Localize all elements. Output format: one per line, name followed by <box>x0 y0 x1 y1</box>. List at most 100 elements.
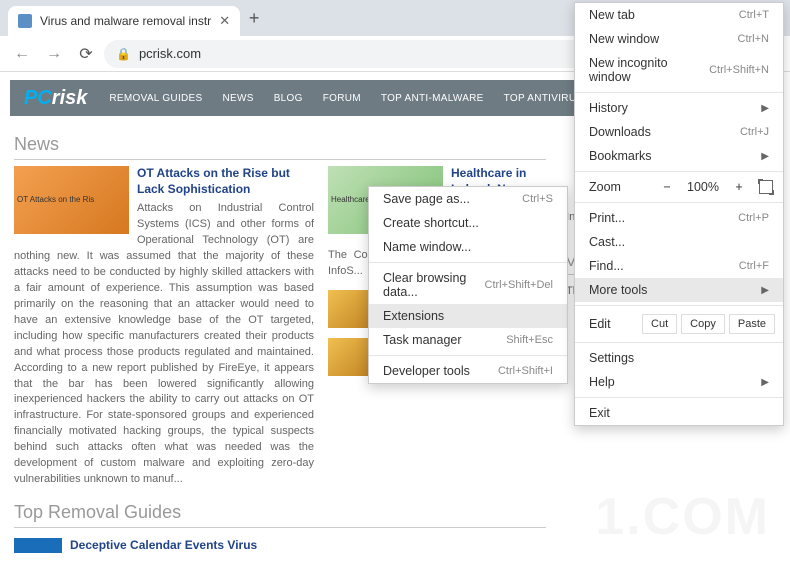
menu-incognito[interactable]: New incognito windowCtrl+Shift+N <box>575 51 783 89</box>
zoom-label: Zoom <box>589 180 621 194</box>
reload-button[interactable]: ⟳ <box>72 40 100 68</box>
label: Name window... <box>383 240 471 254</box>
shortcut: Ctrl+Shift+N <box>709 64 769 76</box>
shortcut: Ctrl+S <box>522 193 553 205</box>
nav-top-anti-malware[interactable]: TOP ANTI-MALWARE <box>373 93 492 104</box>
logo-part-b: risk <box>52 87 88 109</box>
separator <box>369 355 567 356</box>
separator <box>369 262 567 263</box>
chevron-right-icon: ▶ <box>761 285 769 296</box>
menu-extensions[interactable]: Extensions <box>369 304 567 328</box>
label: Create shortcut... <box>383 216 479 230</box>
menu-downloads[interactable]: Downloads Ctrl+J <box>575 120 783 144</box>
separator <box>575 397 783 398</box>
snippet-title[interactable]: Deceptive Calendar Events Virus <box>70 538 257 553</box>
menu-exit[interactable]: Exit <box>575 401 783 425</box>
label: Print... <box>589 211 625 225</box>
nav-forum[interactable]: FORUM <box>315 93 369 104</box>
shortcut: Ctrl+F <box>739 260 769 272</box>
menu-edit-row: Edit Cut Copy Paste <box>575 309 783 339</box>
label: More tools <box>589 283 647 297</box>
tab-title: Virus and malware removal instr <box>40 14 211 28</box>
separator <box>575 92 783 93</box>
url-text: pcrisk.com <box>139 46 201 61</box>
label: Save page as... <box>383 192 470 206</box>
article-thumb[interactable]: OT Attacks on the Ris <box>14 166 129 234</box>
logo-part-a: PC <box>24 87 52 109</box>
menu-new-tab[interactable]: New tab Ctrl+T <box>575 3 783 27</box>
shortcut: Ctrl+T <box>739 9 769 21</box>
article-body: Attacks on Industrial Control Systems (I… <box>14 202 314 485</box>
menu-print[interactable]: Print... Ctrl+P <box>575 206 783 230</box>
top-removal-heading: Top Removal Guides <box>14 502 546 528</box>
shortcut: Ctrl+Shift+I <box>498 365 553 377</box>
separator <box>575 342 783 343</box>
label: New incognito window <box>589 56 709 84</box>
menu-create-shortcut[interactable]: Create shortcut... <box>369 211 567 235</box>
label: History <box>589 101 628 115</box>
news-heading: News <box>14 134 546 160</box>
menu-save-page[interactable]: Save page as... Ctrl+S <box>369 187 567 211</box>
menu-history[interactable]: History ▶ <box>575 96 783 120</box>
label: Settings <box>589 351 634 365</box>
shortcut: Ctrl+Shift+Del <box>485 279 553 291</box>
close-icon[interactable]: ✕ <box>219 13 230 29</box>
new-tab-button[interactable]: + <box>240 4 268 32</box>
chevron-right-icon: ▶ <box>761 103 769 114</box>
menu-more-tools[interactable]: More tools ▶ <box>575 278 783 302</box>
menu-developer-tools[interactable]: Developer tools Ctrl+Shift+I <box>369 359 567 383</box>
snippet-thumb[interactable] <box>14 538 62 553</box>
label: Developer tools <box>383 364 470 378</box>
label: Bookmarks <box>589 149 652 163</box>
separator <box>575 171 783 172</box>
label: Exit <box>589 406 610 420</box>
label: New window <box>589 32 659 46</box>
shortcut: Shift+Esc <box>506 334 553 346</box>
back-button[interactable]: ← <box>8 40 36 68</box>
shortcut: Ctrl+N <box>738 33 769 45</box>
label: Find... <box>589 259 624 273</box>
zoom-out-button[interactable]: − <box>657 180 677 194</box>
chevron-right-icon: ▶ <box>761 151 769 162</box>
zoom-in-button[interactable]: + <box>729 180 749 194</box>
copy-button[interactable]: Copy <box>681 314 725 334</box>
more-tools-submenu: Save page as... Ctrl+S Create shortcut...… <box>368 186 568 384</box>
browser-tab[interactable]: Virus and malware removal instr ✕ <box>8 6 240 36</box>
menu-new-window[interactable]: New window Ctrl+N <box>575 27 783 51</box>
menu-cast[interactable]: Cast... <box>575 230 783 254</box>
label: Task manager <box>383 333 462 347</box>
label: Downloads <box>589 125 651 139</box>
forward-button[interactable]: → <box>40 40 68 68</box>
site-logo[interactable]: PCrisk <box>10 87 101 110</box>
label: New tab <box>589 8 635 22</box>
label: Cast... <box>589 235 625 249</box>
chrome-main-menu: New tab Ctrl+T New window Ctrl+N New incog… <box>574 2 784 426</box>
lock-icon: 🔒 <box>116 47 131 61</box>
menu-bookmarks[interactable]: Bookmarks ▶ <box>575 144 783 168</box>
nav-removal-guides[interactable]: REMOVAL GUIDES <box>101 93 210 104</box>
label: Extensions <box>383 309 444 323</box>
chevron-right-icon: ▶ <box>761 377 769 388</box>
watermark: 1.COM <box>595 487 770 547</box>
cut-button[interactable]: Cut <box>642 314 677 334</box>
nav-news[interactable]: NEWS <box>215 93 262 104</box>
menu-find[interactable]: Find... Ctrl+F <box>575 254 783 278</box>
menu-settings[interactable]: Settings <box>575 346 783 370</box>
fullscreen-icon[interactable] <box>759 180 773 194</box>
separator <box>575 305 783 306</box>
nav-blog[interactable]: BLOG <box>266 93 311 104</box>
label: Help <box>589 375 615 389</box>
shortcut: Ctrl+P <box>738 212 769 224</box>
menu-help[interactable]: Help ▶ <box>575 370 783 394</box>
menu-zoom-row: Zoom − 100% + <box>575 175 783 199</box>
menu-clear-browsing-data[interactable]: Clear browsing data...Ctrl+Shift+Del <box>369 266 567 304</box>
tab-favicon <box>18 14 32 28</box>
zoom-value: 100% <box>687 180 719 194</box>
menu-task-manager[interactable]: Task manager Shift+Esc <box>369 328 567 352</box>
label: Clear browsing data... <box>383 271 485 299</box>
edit-label: Edit <box>589 317 611 331</box>
shortcut: Ctrl+J <box>740 126 769 138</box>
menu-name-window[interactable]: Name window... <box>369 235 567 259</box>
separator <box>575 202 783 203</box>
paste-button[interactable]: Paste <box>729 314 775 334</box>
